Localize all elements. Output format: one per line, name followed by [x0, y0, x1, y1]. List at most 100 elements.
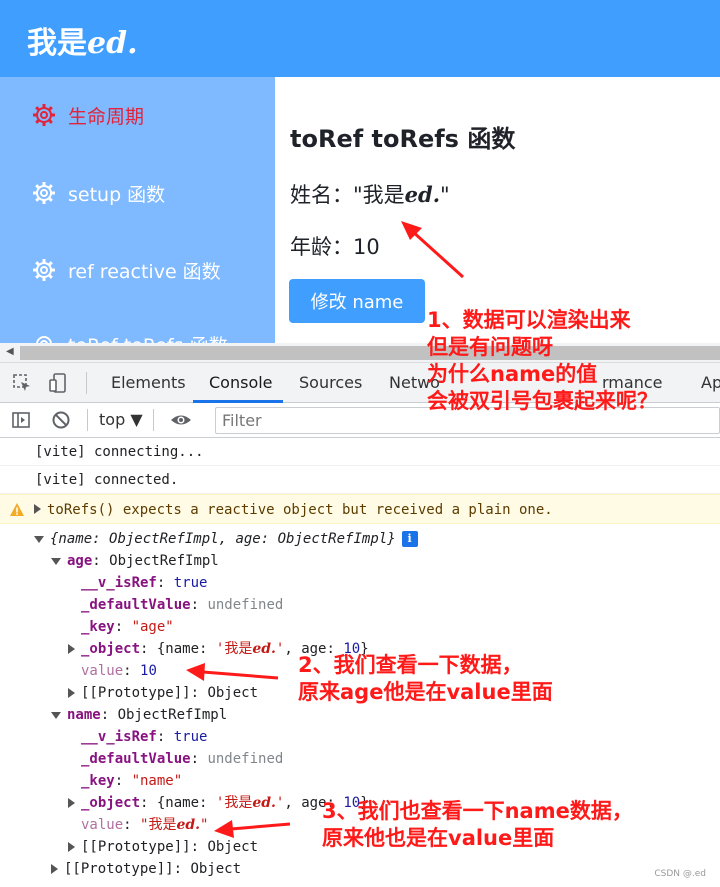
gear-icon — [33, 182, 55, 204]
sidebar-item-setup[interactable]: setup 函数 — [32, 178, 165, 208]
sidebar-toggle-icon[interactable] — [11, 410, 31, 430]
tab-elements[interactable]: Elements — [111, 373, 186, 392]
annotation-note-2: 2、我们查看一下数据， 原来age他是在value里面 — [298, 653, 553, 704]
brand-text-italic: ed. — [87, 26, 138, 61]
sidebar-item-label: ref reactive 函数 — [68, 260, 221, 283]
object-summary-row[interactable]: {name: ObjectRefImpl, age: ObjectRefImpl… — [34, 530, 418, 548]
prop-key: _object — [81, 641, 141, 657]
prop-key: [[Prototype]] — [81, 839, 191, 855]
name-row: 姓名："我是ed." — [290, 179, 450, 209]
tab-application[interactable]: Ap — [701, 373, 720, 392]
sidebar-item-label: setup 函数 — [68, 183, 166, 206]
sidebar-item-label: 生命周期 — [68, 105, 145, 128]
scroll-left-icon[interactable]: ◀ — [6, 346, 14, 357]
name-label: 姓名： — [290, 183, 353, 207]
tree-row-prototype[interactable]: [[Prototype]]: Object — [68, 838, 258, 856]
toolbar-divider — [87, 409, 88, 431]
device-toolbar-icon[interactable] — [48, 373, 68, 393]
sidebar-item-torefs[interactable]: toRef toRefs 函数 — [32, 329, 228, 343]
prop-key: _defaultValue — [81, 597, 191, 613]
summary-type: ObjectRefImpl — [277, 531, 388, 547]
app-header: 我是ed. — [0, 0, 720, 77]
sidebar: 生命周期 setup 函数 ref reactive 函数 toRef toRe… — [0, 77, 275, 343]
prop-key: _object — [81, 795, 141, 811]
expand-arrow-icon[interactable] — [68, 688, 75, 698]
prop-key: [[Prototype]] — [81, 685, 191, 701]
prop-value: 10 — [140, 663, 157, 679]
age-label: 年龄： — [290, 235, 353, 259]
prop-value: Object — [207, 839, 259, 855]
prop-key: name — [67, 707, 101, 723]
summary-text: {name: — [50, 531, 110, 547]
prop-value: "name" — [131, 773, 183, 789]
tree-row-name[interactable]: name: ObjectRefImpl — [51, 706, 227, 724]
prop-value: "age" — [131, 619, 174, 635]
console-log-line: [vite] connected. — [0, 466, 720, 494]
prop-value: undefined — [207, 751, 284, 767]
change-name-button[interactable]: 修改 name — [289, 279, 425, 323]
gear-icon — [33, 259, 55, 281]
tree-row: _defaultValue: undefined — [81, 597, 284, 613]
toolbar-divider — [153, 409, 154, 431]
brand-logo[interactable]: 我是ed. — [27, 18, 138, 62]
annotation-note-3: 3、我们也查看一下name数据， 原来他也是在value里面 — [322, 799, 633, 850]
expand-arrow-icon[interactable] — [68, 644, 75, 654]
prop-value: '我是 — [215, 795, 253, 811]
inspect-element-icon[interactable] — [12, 373, 32, 393]
prop-key: [[Prototype]] — [64, 861, 174, 877]
tree-row: _key: "age" — [81, 619, 174, 635]
main-content: toRef toRefs 函数 姓名："我是ed." 年龄：10 修改 name — [275, 77, 720, 343]
prop-value: {name: — [156, 795, 216, 811]
tab-console[interactable]: Console — [209, 373, 273, 392]
prop-key: _key — [81, 619, 115, 635]
summary-text: } — [387, 531, 396, 547]
context-select[interactable]: top ▼ — [99, 410, 143, 429]
sidebar-item-ref-reactive[interactable]: ref reactive 函数 — [32, 255, 221, 285]
tree-row-prototype[interactable]: [[Prototype]]: Object — [51, 860, 241, 878]
name-value-italic: ed. — [404, 182, 441, 207]
page-title: toRef toRefs 函数 — [290, 125, 516, 153]
live-expression-eye-icon[interactable] — [170, 410, 192, 430]
prop-value: undefined — [207, 597, 284, 613]
prop-value: true — [173, 575, 208, 591]
console-log-line: [vite] connecting... — [0, 438, 720, 466]
log-text: [vite] connected. — [35, 472, 179, 488]
brand-text: 我是 — [27, 26, 87, 61]
tree-row-prototype[interactable]: [[Prototype]]: Object — [68, 684, 258, 702]
context-select-value: top — [99, 410, 126, 429]
prop-value: '我是 — [215, 641, 253, 657]
clear-console-icon[interactable] — [51, 410, 71, 430]
prop-value: ed. — [252, 641, 276, 657]
collapse-arrow-icon[interactable] — [51, 711, 61, 719]
prop-value: ed. — [176, 817, 201, 833]
sidebar-item-label: toRef toRefs 函数 — [68, 331, 228, 344]
info-icon[interactable]: i — [401, 531, 418, 547]
prop-value: ObjectRefImpl — [109, 553, 219, 569]
tree-row-age[interactable]: age: ObjectRefImpl — [51, 552, 219, 570]
log-text: [vite] connecting... — [35, 444, 204, 460]
summary-text: , age: — [218, 531, 278, 547]
prop-value: Object — [190, 861, 242, 877]
prop-value: " — [200, 817, 209, 833]
prop-key: age — [67, 553, 93, 569]
tree-row-value: value: 10 — [81, 663, 157, 679]
collapse-arrow-icon[interactable] — [51, 557, 61, 565]
prop-key: value — [81, 663, 124, 679]
expand-arrow-icon[interactable] — [34, 504, 41, 514]
expand-arrow-icon[interactable] — [68, 798, 75, 808]
expand-arrow-icon[interactable] — [68, 842, 75, 852]
annotation-note-1: 1、数据可以渲染出来 但是有问题呀 为什么name的值 会被双引号包裹起来呢？ — [427, 308, 658, 413]
prop-key: value — [81, 817, 124, 833]
tree-row: _defaultValue: undefined — [81, 751, 284, 767]
sidebar-item-lifecycle[interactable]: 生命周期 — [32, 100, 144, 130]
toolbar-divider — [86, 372, 87, 394]
prop-value: "我是 — [140, 817, 177, 833]
tree-row: __v_isRef: true — [81, 729, 208, 745]
console-warning[interactable]: toRefs() expects a reactive object but r… — [0, 494, 720, 524]
collapse-arrow-icon[interactable] — [34, 535, 44, 543]
expand-arrow-icon[interactable] — [51, 864, 58, 874]
watermark: CSDN @.ed — [654, 869, 706, 879]
tree-row: _key: "name" — [81, 773, 183, 789]
prop-value: ObjectRefImpl — [117, 707, 228, 723]
tab-sources[interactable]: Sources — [299, 373, 362, 392]
